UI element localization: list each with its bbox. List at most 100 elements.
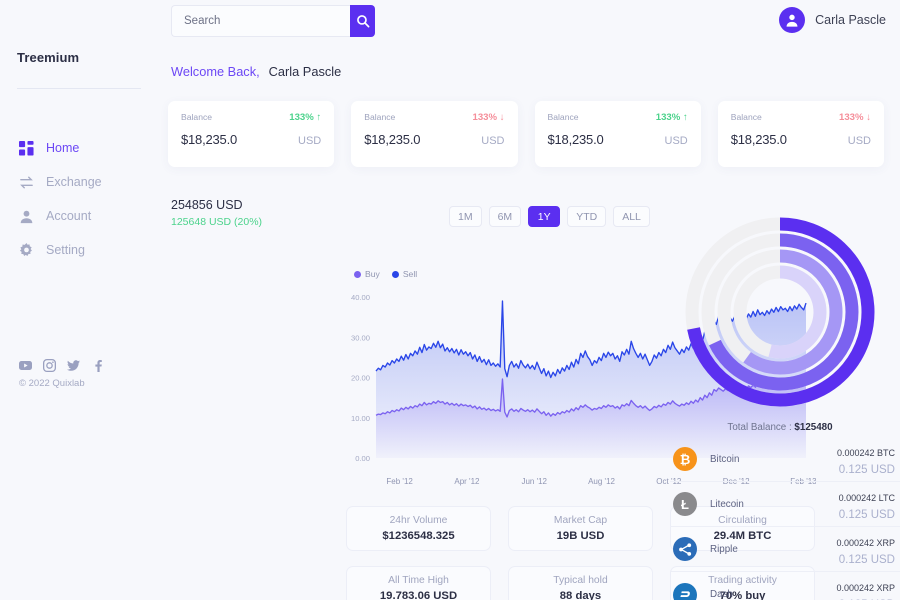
stat-value: 88 days [559, 590, 602, 600]
stat-label: Typical hold [553, 575, 608, 586]
sidebar-item-account[interactable]: Account [0, 199, 166, 233]
dashboard-root: Treemium Home Exchange Account Setting ©… [0, 0, 900, 600]
search-icon [356, 14, 370, 28]
balance-amount: $18,235.0 [181, 132, 238, 147]
dash-icon [673, 582, 697, 600]
range-selector: 1M 6M 1Y YTD ALL [449, 206, 650, 227]
sidebar-item-exchange[interactable]: Exchange [0, 165, 166, 199]
coin-values: 0.000242 XRP 0.125 USD [836, 578, 895, 600]
coin-usd: 0.125 USD [838, 463, 895, 476]
stat-label: All Time High [388, 575, 449, 586]
coin-amount: 0.000242 BTC [836, 447, 895, 458]
range-1y[interactable]: 1Y [528, 206, 561, 227]
legend-label: Buy [365, 269, 380, 279]
svg-text:20.00: 20.00 [351, 374, 370, 383]
range-6m[interactable]: 6M [488, 206, 522, 227]
gear-icon [19, 242, 34, 258]
instagram-icon[interactable] [43, 359, 56, 372]
range-1m[interactable]: 1M [449, 206, 482, 227]
copyright-text: © 2022 Quixlab [19, 378, 85, 389]
search-button[interactable] [350, 5, 375, 37]
coin-name: Dash [710, 589, 733, 600]
balance-card[interactable]: Balance 133% ↑ $18,235.0 USD [168, 101, 335, 167]
litecoin-icon: Ł [673, 492, 697, 516]
coin-values: 0.000242 XRP 0.125 USD [836, 533, 895, 566]
chart-summary: 254856 USD 125648 USD (20%) [171, 198, 262, 228]
sidebar-item-label: Account [46, 209, 92, 223]
balance-change: 133% ↑ [289, 112, 322, 123]
chart-legend: Buy Sell [354, 269, 417, 279]
sidebar: Treemium Home Exchange Account Setting ©… [0, 0, 166, 600]
arrow-down-icon: ↓ [499, 112, 505, 123]
stat-label: 24hr Volume [389, 515, 448, 526]
sidebar-divider [17, 88, 141, 89]
sidebar-item-label: Setting [46, 243, 85, 257]
coin-usd: 0.125 USD [838, 553, 895, 566]
list-item[interactable]: Ripple 0.000242 XRP 0.125 USD [670, 527, 900, 572]
balance-amount: $18,235.0 [364, 132, 421, 147]
welcome-banner: Welcome Back, Carla Pascle [171, 64, 341, 79]
coin-amount: 0.000242 XRP [836, 583, 895, 593]
legend-swatch-buy [354, 270, 361, 278]
svg-text:10.00: 10.00 [351, 414, 370, 423]
brand-logo: Treemium [17, 50, 80, 65]
list-item[interactable]: Dash 0.000242 XRP 0.125 USD [670, 572, 900, 600]
arrow-up-icon: ↑ [316, 112, 322, 123]
sidebar-item-setting[interactable]: Setting [0, 233, 166, 267]
sidebar-item-label: Exchange [46, 175, 102, 189]
list-item[interactable]: Ł Litecoin 0.000242 LTC 0.125 USD [670, 482, 900, 527]
balance-amount: $18,235.0 [547, 132, 604, 147]
list-item[interactable]: ₿ Bitcoin 0.000242 BTC 0.125 USD [670, 437, 900, 482]
svg-text:30.00: 30.00 [351, 333, 370, 342]
grid-icon [19, 140, 34, 156]
stat-card[interactable]: All Time High 19.783.06 USD [346, 566, 491, 600]
range-ytd[interactable]: YTD [567, 206, 607, 227]
legend-item-sell: Sell [391, 269, 418, 279]
svg-text:Apr '12: Apr '12 [454, 477, 480, 486]
coin-name: Litecoin [710, 498, 744, 510]
balance-card[interactable]: Balance 133% ↓ $18,235.0 USD [351, 101, 518, 167]
search-input[interactable] [171, 5, 350, 37]
stat-card[interactable]: Typical hold 88 days [508, 566, 653, 600]
total-balance-label: Total Balance : [727, 422, 792, 433]
balance-label: Balance [547, 112, 579, 122]
coin-usd: 0.125 USD [838, 508, 895, 521]
coin-list: ₿ Bitcoin 0.000242 BTC 0.125 USD Ł Litec… [670, 437, 900, 600]
balance-label: Balance [364, 112, 396, 122]
sidebar-nav: Home Exchange Account Setting [0, 131, 166, 267]
coin-values: 0.000242 LTC 0.125 USD [839, 488, 895, 521]
legend-label: Sell [402, 269, 418, 279]
user-icon [19, 209, 34, 224]
stat-value: 19.783.06 USD [379, 590, 458, 600]
social-links [19, 359, 104, 372]
svg-text:Aug '12: Aug '12 [588, 477, 615, 486]
chart-total-value: 254856 USD [171, 198, 243, 212]
facebook-icon[interactable] [91, 359, 104, 372]
stat-label: Market Cap [553, 515, 608, 526]
stat-value: 19B USD [556, 530, 605, 542]
chart-delta-value: 125648 USD (20%) [171, 216, 263, 228]
bitcoin-icon: ₿ [673, 447, 697, 471]
youtube-icon[interactable] [19, 359, 32, 372]
stat-card[interactable]: Market Cap 19B USD [508, 506, 653, 551]
coin-amount: 0.000242 LTC [838, 492, 895, 503]
balance-currency: USD [481, 135, 505, 147]
twitter-icon[interactable] [67, 359, 80, 372]
welcome-greeting: Welcome Back, [171, 64, 260, 79]
stat-card[interactable]: 24hr Volume $1236548.325 [346, 506, 491, 551]
svg-text:Feb '12: Feb '12 [386, 477, 413, 486]
total-balance: Total Balance : $125480 [660, 422, 900, 433]
search-box [171, 5, 375, 37]
range-all[interactable]: ALL [613, 206, 650, 227]
legend-item-buy: Buy [354, 269, 380, 279]
sidebar-item-home[interactable]: Home [0, 131, 166, 165]
ripple-icon [673, 537, 697, 561]
balance-change: 133% ↓ [472, 112, 505, 123]
radial-ring-chart [680, 212, 880, 412]
coin-values: 0.000242 BTC 0.125 USD [837, 443, 895, 476]
welcome-name: Carla Pascle [268, 64, 342, 79]
portfolio-panel: Total Balance : $125480 ₿ Bitcoin 0.0002… [660, 0, 900, 600]
sidebar-item-label: Home [46, 141, 80, 155]
total-balance-value: $125480 [794, 422, 833, 433]
coin-name: Ripple [710, 543, 738, 555]
